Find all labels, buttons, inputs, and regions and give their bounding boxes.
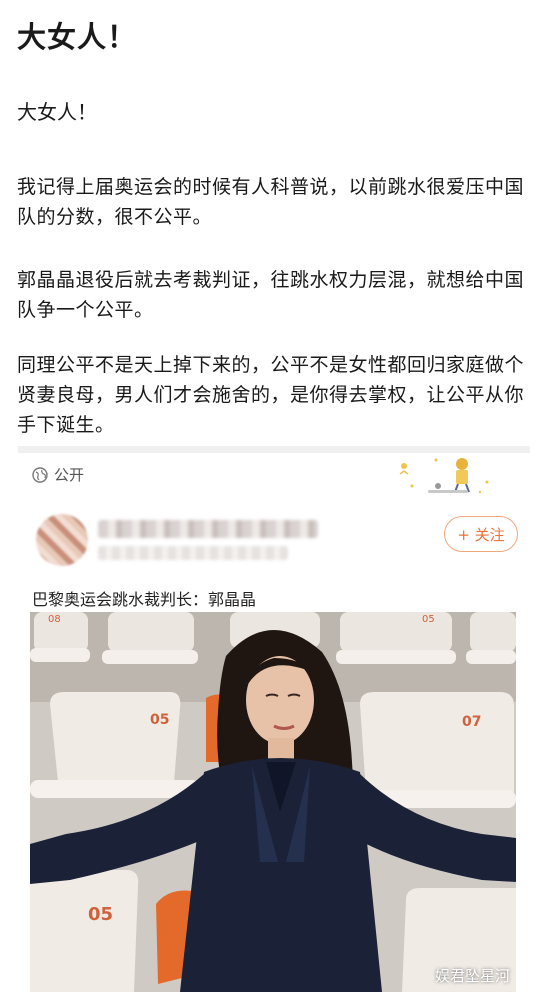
visibility-label: 公开 bbox=[54, 466, 85, 484]
watermark: 娱君坠星河 bbox=[434, 967, 510, 985]
post-photo[interactable]: 08 05 05 07 05 娱君坠星河 bbox=[30, 612, 516, 992]
post-paragraph-3: 同理公平不是天上掉下来的，公平不是女性都回归家庭做个贤妻良母，男人们才会施舍的，… bbox=[17, 354, 525, 436]
avatar[interactable] bbox=[36, 514, 88, 566]
visibility-indicator[interactable]: 公开 bbox=[32, 464, 84, 485]
globe-icon bbox=[32, 466, 48, 483]
post-meta-blurred bbox=[98, 546, 288, 560]
seat-number-2: 05 bbox=[422, 614, 435, 625]
little-prince-illustration bbox=[399, 458, 489, 494]
embedded-post-card[interactable]: + 关注 巴黎奥运会跳水裁判长：郭晶晶 08 05 05 07 05 娱君坠星河 bbox=[22, 500, 530, 992]
post-caption: 巴黎奥运会跳水裁判长：郭晶晶 bbox=[32, 590, 257, 609]
post-subtitle: 大女人！ bbox=[17, 100, 97, 124]
post-paragraph-2: 郭晶晶退役后就去考裁判证，往跳水权力层混，就想给中国队争一个公平。 bbox=[17, 269, 525, 321]
follow-button[interactable]: + 关注 bbox=[444, 516, 518, 552]
author-name-blurred[interactable] bbox=[98, 520, 318, 538]
seat-number-3: 05 bbox=[150, 712, 169, 728]
seat-number-5: 05 bbox=[88, 904, 113, 925]
post-paragraph-1: 我记得上届奥运会的时候有人科普说，以前跳水很爱压中国队的分数，很不公平。 bbox=[17, 176, 525, 228]
seat-number-4: 07 bbox=[462, 714, 481, 730]
seat-number-1: 08 bbox=[48, 614, 61, 625]
post-title: 大女人！ bbox=[17, 20, 138, 54]
